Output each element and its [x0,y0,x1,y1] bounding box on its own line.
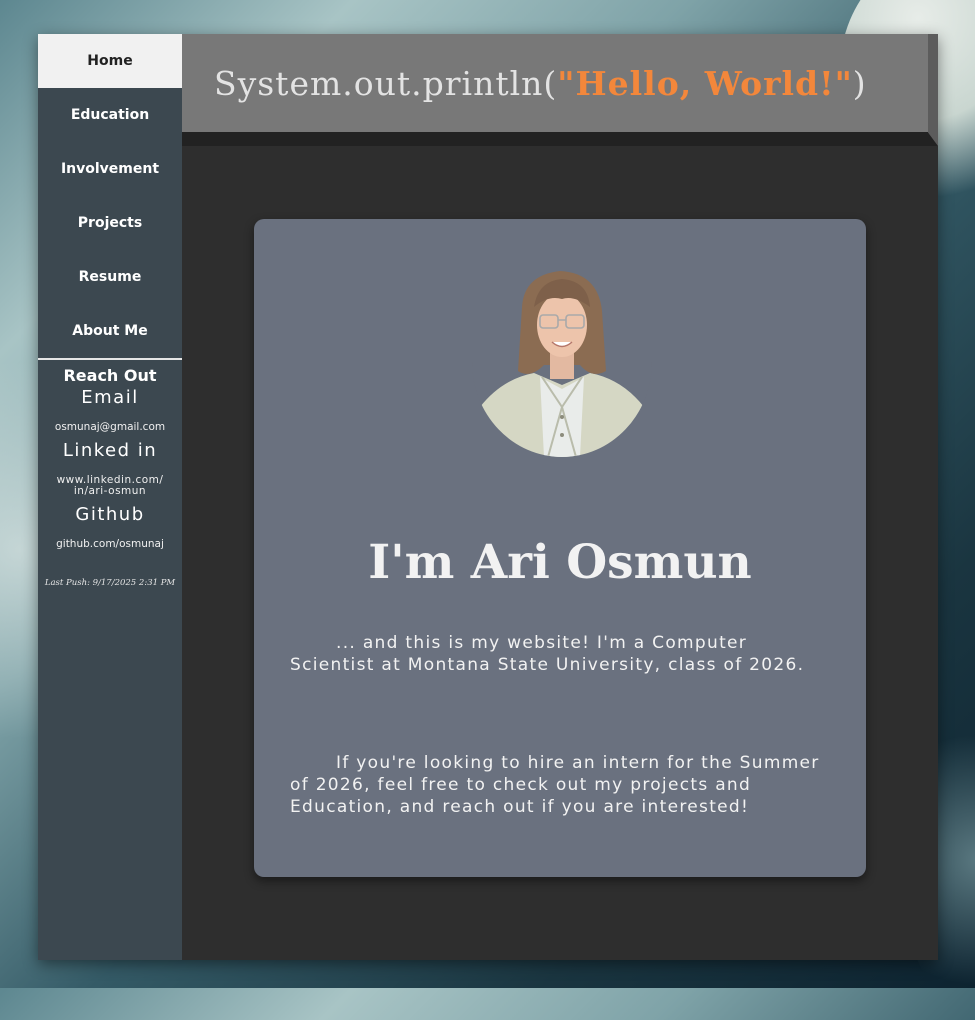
linkedin-link[interactable]: www.linkedin.com/ in/ari-osmun [50,473,170,498]
sidebar: Home Education Involvement Projects Resu… [38,34,182,960]
code-suffix: ) [852,63,867,103]
header-shadow [182,132,938,146]
intro-paragraph: ... and this is my website! I'm a Comput… [290,633,805,675]
nav-involvement[interactable]: Involvement [38,142,182,196]
header-code-title: System.out.println("Hello, World!") [214,64,867,103]
linkedin-link-line1: www.linkedin.com/ [56,473,164,486]
nav-about-me[interactable]: About Me [38,304,182,358]
github-heading: Github [75,503,145,525]
email-link[interactable]: osmunaj@gmail.com [38,421,182,434]
reach-out-title: Reach Out [63,366,157,385]
page-header: System.out.println("Hello, World!") [182,34,928,132]
hire-paragraph: If you're looking to hire an intern for … [290,753,820,817]
profile-name: I'm Ari Osmun [368,535,752,591]
site-window: Home Education Involvement Projects Resu… [38,34,938,960]
last-push-timestamp: Last Push: 9/17/2025 2:31 PM [44,578,176,589]
email-heading: Email [81,387,139,408]
reach-out-section: Reach Out Email osmunaj@gmail.com Linked… [38,360,182,550]
profile-photo [472,267,652,457]
profile-card: I'm Ari Osmun ... and this is my website… [254,219,866,877]
nav-home[interactable]: Home [38,34,182,88]
github-link[interactable]: github.com/osmunaj [38,538,182,551]
header-edge [928,34,938,146]
nav-projects[interactable]: Projects [38,196,182,250]
nav-education[interactable]: Education [38,88,182,142]
linkedin-heading: Linked in [62,439,158,461]
code-string: "Hello, World!" [557,63,853,103]
code-prefix: System.out.println( [214,63,558,103]
linkedin-link-line2: in/ari-osmun [73,485,147,498]
nav-resume[interactable]: Resume [38,250,182,304]
